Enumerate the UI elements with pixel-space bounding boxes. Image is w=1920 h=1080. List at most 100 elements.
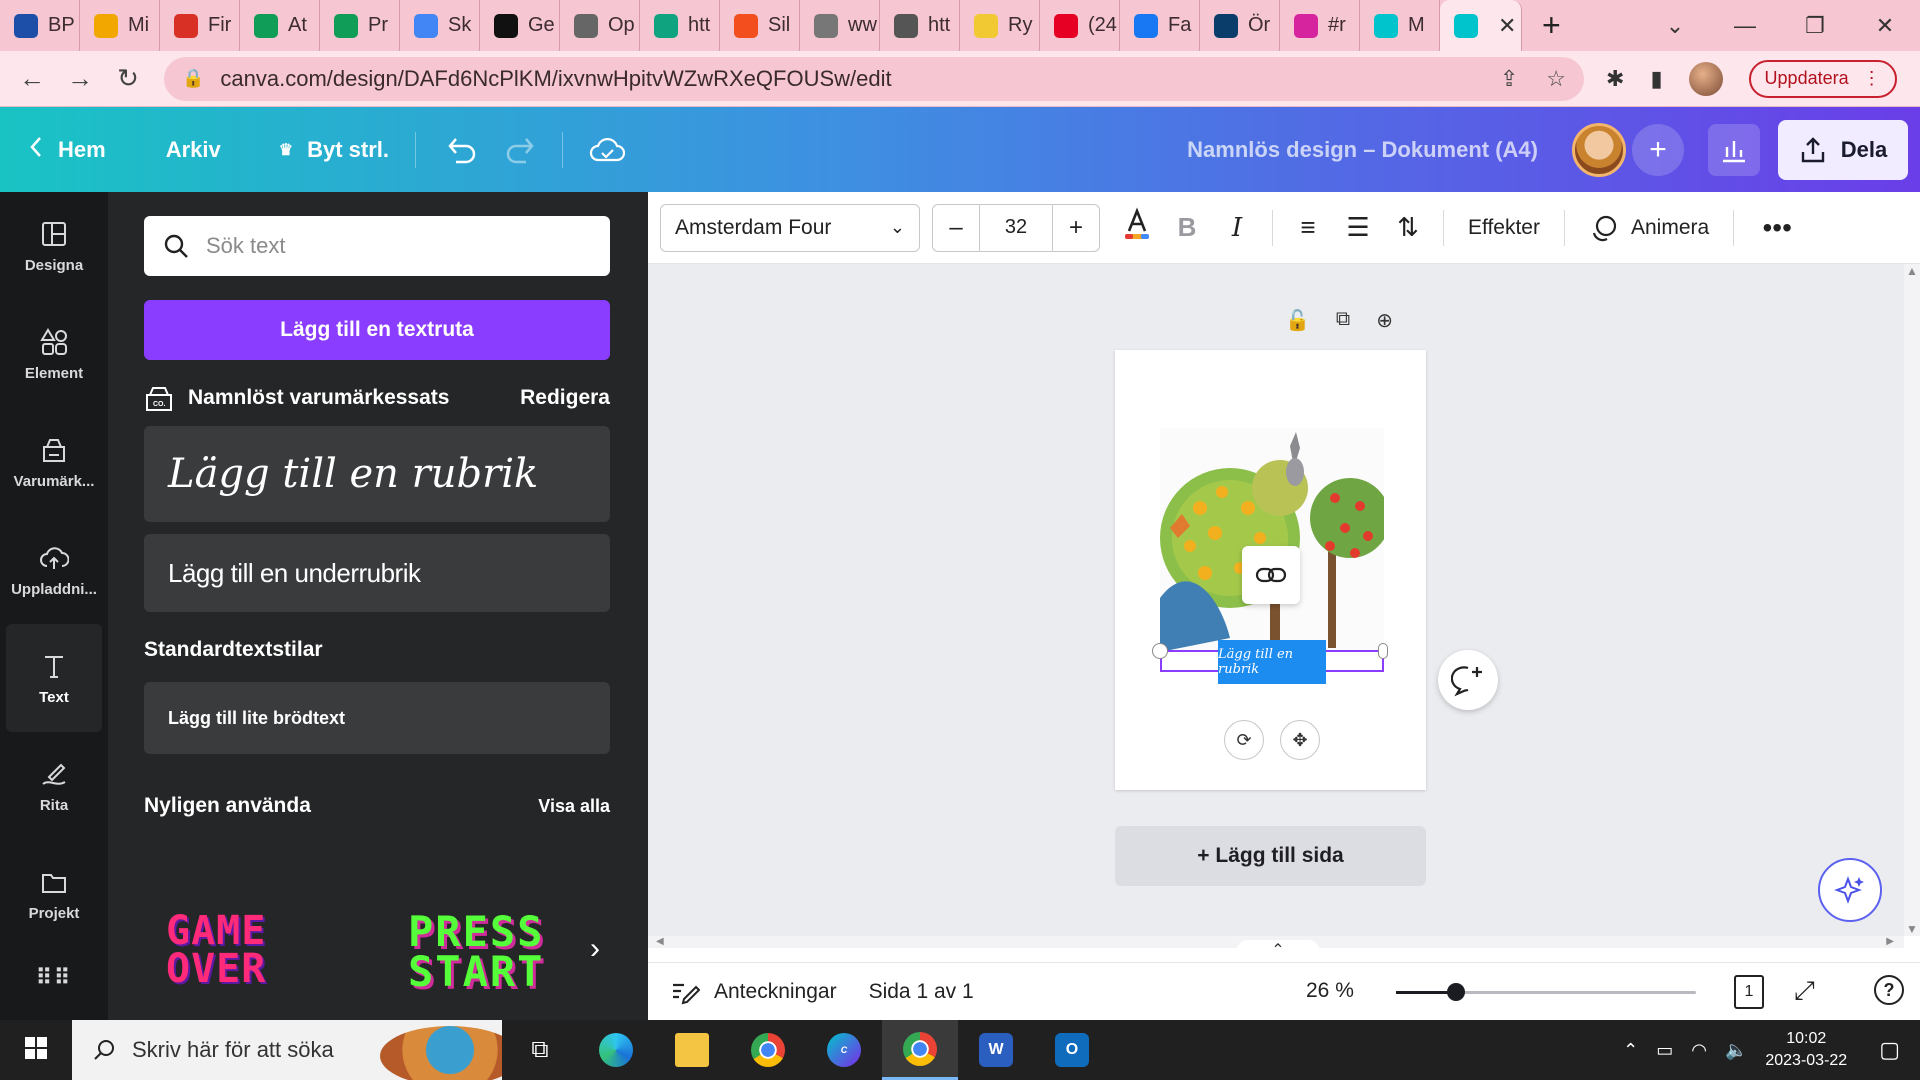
browser-tab[interactable]: Pr — [320, 0, 400, 51]
rail-item-draw[interactable]: Rita — [0, 732, 108, 840]
search-input[interactable] — [206, 233, 586, 259]
show-all-link[interactable]: Visa alla — [538, 796, 610, 817]
browser-tab[interactable]: Ge — [480, 0, 560, 51]
increase-size-button[interactable]: + — [1053, 214, 1099, 242]
browser-tab[interactable]: Sil — [720, 0, 800, 51]
browser-tab[interactable]: BP — [0, 0, 80, 51]
file-menu-button[interactable]: Arkiv — [166, 137, 221, 163]
list-icon[interactable]: ☰ — [1333, 212, 1383, 243]
outlook-button[interactable]: O — [1034, 1020, 1110, 1080]
rail-item-apps[interactable]: ⠿⠿ — [0, 948, 108, 1008]
forward-button[interactable]: → — [56, 63, 104, 94]
browser-tab[interactable]: Mi — [80, 0, 160, 51]
chevron-up-icon[interactable]: ⌃ — [1623, 1040, 1638, 1061]
add-comment-button[interactable] — [1438, 650, 1498, 710]
scroll-left-icon[interactable]: ◀ — [656, 936, 664, 947]
restore-button[interactable]: ❐ — [1780, 13, 1850, 39]
notes-button[interactable]: Anteckningar — [670, 979, 837, 1005]
magic-assistant-button[interactable] — [1818, 858, 1882, 922]
search-field[interactable] — [144, 216, 610, 276]
wifi-icon[interactable]: ◠ — [1691, 1040, 1707, 1061]
tab-search-chevron-icon[interactable]: ⌄ — [1640, 13, 1710, 39]
profile-avatar[interactable] — [1688, 61, 1723, 96]
italic-button[interactable]: I — [1212, 213, 1262, 243]
address-bar[interactable]: 🔒 canva.com/design/DAFd6NcPlKM/ixvnwHpit… — [164, 56, 1584, 101]
browser-tab[interactable]: At — [240, 0, 320, 51]
spacing-icon[interactable]: ⇅ — [1383, 212, 1433, 243]
chevron-right-icon[interactable]: › — [590, 932, 600, 966]
close-tab-icon[interactable]: ✕ — [1498, 13, 1516, 39]
selected-text-element[interactable]: Lägg till en rubrik — [1152, 640, 1388, 684]
chrome-profile-button[interactable] — [882, 1020, 958, 1080]
browser-tab[interactable]: Fa — [1120, 0, 1200, 51]
insights-button[interactable] — [1708, 123, 1760, 176]
browser-tab[interactable]: (24 — [1040, 0, 1120, 51]
heading-style-card[interactable]: Lägg till en rubrik — [144, 426, 610, 522]
browser-tab[interactable]: ✕ — [1440, 0, 1522, 51]
body-style-card[interactable]: Lägg till lite brödtext — [144, 682, 610, 754]
bookmark-star-icon[interactable]: ☆ — [1546, 66, 1566, 92]
browser-tab[interactable]: ww — [800, 0, 880, 51]
font-size-value[interactable]: 32 — [979, 204, 1053, 251]
chrome-button[interactable] — [730, 1020, 806, 1080]
update-button[interactable]: Uppdatera ⋮ — [1748, 59, 1897, 98]
rail-item-uploads[interactable]: Uppladdni... — [0, 516, 108, 624]
font-preview-game-over[interactable]: GAME OVER — [166, 911, 266, 989]
browser-tab[interactable]: M — [1360, 0, 1440, 51]
edit-brand-link[interactable]: Redigera — [520, 386, 610, 410]
resize-button[interactable]: ♛ Byt strl. — [279, 137, 389, 163]
page-count-button[interactable]: 1 — [1734, 975, 1764, 1009]
clock[interactable]: 10:02 2023-03-22 — [1765, 1028, 1847, 1071]
zoom-slider-knob[interactable] — [1447, 983, 1465, 1001]
subheading-style-card[interactable]: Lägg till en underrubrik — [144, 534, 610, 612]
user-avatar[interactable] — [1572, 122, 1626, 177]
notifications-icon[interactable]: ▢ — [1879, 1037, 1900, 1063]
rail-item-elements[interactable]: Element — [0, 300, 108, 408]
browser-tab[interactable]: Op — [560, 0, 640, 51]
font-family-dropdown[interactable]: Amsterdam Four ⌄ — [660, 203, 920, 252]
browser-tab[interactable]: Ör — [1200, 0, 1280, 51]
home-button[interactable]: Hem — [28, 135, 106, 165]
selected-text-content[interactable]: Lägg till en rubrik — [1218, 640, 1326, 684]
zoom-slider[interactable] — [1396, 983, 1696, 1001]
zoom-value[interactable]: 26 % — [1306, 979, 1354, 1003]
rail-item-text[interactable]: Text — [6, 624, 102, 732]
close-window-button[interactable]: ✕ — [1850, 13, 1920, 39]
duplicate-page-icon[interactable]: ⧉ — [1336, 308, 1350, 333]
browser-tab[interactable]: Sk — [400, 0, 480, 51]
more-options-icon[interactable]: ••• — [1752, 212, 1802, 244]
start-button[interactable] — [0, 1036, 72, 1065]
browser-tab[interactable]: Fir — [160, 0, 240, 51]
canva-app-button[interactable]: C — [806, 1020, 882, 1080]
word-button[interactable]: W — [958, 1020, 1034, 1080]
lock-icon[interactable]: 🔓 — [1285, 308, 1310, 333]
cloud-save-button[interactable] — [589, 136, 625, 164]
bold-button[interactable]: B — [1162, 212, 1212, 243]
minimize-button[interactable]: — — [1710, 13, 1780, 39]
volume-icon[interactable]: 🔈 — [1725, 1040, 1747, 1061]
rail-item-brand[interactable]: Varumärk... — [0, 408, 108, 516]
add-collaborator-button[interactable]: + — [1632, 123, 1684, 176]
effects-button[interactable]: Effekter — [1454, 216, 1554, 240]
scroll-right-icon[interactable]: ▶ — [1886, 936, 1894, 947]
extensions-icon[interactable]: ✱ — [1606, 66, 1624, 92]
edge-button[interactable] — [578, 1020, 654, 1080]
move-icon[interactable]: ✥ — [1280, 720, 1320, 760]
resize-handle-right[interactable] — [1378, 643, 1388, 659]
share-button[interactable]: Dela — [1778, 119, 1908, 180]
new-tab-button[interactable]: + — [1542, 7, 1572, 44]
font-preview-press-start[interactable]: PRESS START — [408, 911, 544, 993]
side-panel-icon[interactable]: ▮ — [1650, 66, 1662, 92]
document-title[interactable]: Namnlös design – Dokument (A4) — [1187, 137, 1538, 163]
rail-item-projects[interactable]: Projekt — [0, 840, 108, 948]
add-page-icon[interactable]: ⊕ — [1376, 308, 1393, 333]
align-center-icon[interactable]: ≡ — [1283, 212, 1333, 243]
fullscreen-icon[interactable]: ⤢ — [1794, 975, 1815, 1007]
reload-button[interactable]: ↻ — [104, 63, 152, 94]
tree-illustration[interactable] — [1160, 428, 1384, 652]
add-page-button[interactable]: + Lägg till sida — [1115, 826, 1426, 886]
vertical-scrollbar[interactable]: ▲ ▼ — [1904, 264, 1920, 936]
scroll-down-icon[interactable]: ▼ — [1904, 922, 1920, 936]
browser-tab[interactable]: #r — [1280, 0, 1360, 51]
link-button[interactable] — [1242, 546, 1300, 604]
